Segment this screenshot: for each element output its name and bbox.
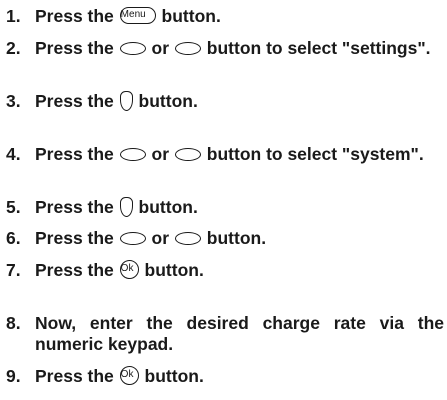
step-text: Press the	[35, 228, 114, 248]
step-text: Press the	[35, 91, 114, 111]
instruction-step-3: 3. Press the button.	[6, 91, 444, 112]
ok-key-icon: Ok	[119, 260, 139, 279]
side-key-icon	[119, 91, 133, 111]
step-text: Press the	[35, 144, 114, 164]
navigation-key-icon	[119, 232, 146, 245]
step-text: button.	[144, 260, 204, 280]
step-text: Press the	[35, 366, 114, 386]
step-text: Press the	[35, 38, 114, 58]
step-number: 6.	[6, 228, 21, 248]
step-number: 9.	[6, 366, 21, 386]
step-number: 8.	[6, 313, 21, 333]
navigation-key-icon	[119, 148, 146, 161]
ok-key-label: Ok	[120, 263, 134, 274]
instruction-step-7: 7. Press the Ok button.	[6, 260, 444, 281]
side-key-icon	[119, 197, 133, 217]
instruction-step-2: 2. Press the or button to select "settin…	[6, 38, 444, 59]
step-text: button.	[138, 91, 198, 111]
step-text: or	[151, 144, 170, 164]
instruction-step-6: 6. Press the or button.	[6, 228, 444, 249]
menu-key-label: Menu	[120, 9, 146, 20]
step-text: or	[151, 228, 170, 248]
step-number: 3.	[6, 91, 21, 111]
step-number: 4.	[6, 144, 21, 164]
step-text: button.	[144, 366, 204, 386]
step-text: Press the	[35, 260, 114, 280]
navigation-key-icon	[119, 42, 146, 55]
step-number: 5.	[6, 197, 21, 217]
instruction-step-1: 1. Press the Menu button.	[6, 6, 444, 27]
step-text: button.	[138, 197, 198, 217]
step-text: button to select "system".	[206, 144, 424, 164]
step-number: 2.	[6, 38, 21, 58]
step-text: button.	[161, 6, 221, 26]
step-text: Press the	[35, 197, 114, 217]
instruction-step-9: 9. Press the Ok button.	[6, 366, 444, 387]
ok-key-label: Ok	[120, 369, 134, 380]
instruction-step-8: 8. Now, enter the desired charge rate vi…	[6, 313, 444, 355]
step-text: Now, enter the desired charge rate via t…	[35, 313, 444, 354]
menu-key-icon: Menu	[119, 7, 156, 24]
instruction-step-4: 4. Press the or button to select "system…	[6, 144, 444, 165]
step-number: 7.	[6, 260, 21, 280]
instruction-step-5: 5. Press the button.	[6, 197, 444, 218]
ok-key-icon: Ok	[119, 366, 139, 385]
navigation-key-icon	[174, 42, 201, 55]
step-number: 1.	[6, 6, 21, 26]
navigation-key-icon	[174, 232, 201, 245]
step-text: Press the	[35, 6, 114, 26]
step-text: button.	[206, 228, 267, 248]
navigation-key-icon	[174, 148, 201, 161]
step-text: or	[151, 38, 170, 58]
step-text: button to select "settings".	[206, 38, 431, 58]
